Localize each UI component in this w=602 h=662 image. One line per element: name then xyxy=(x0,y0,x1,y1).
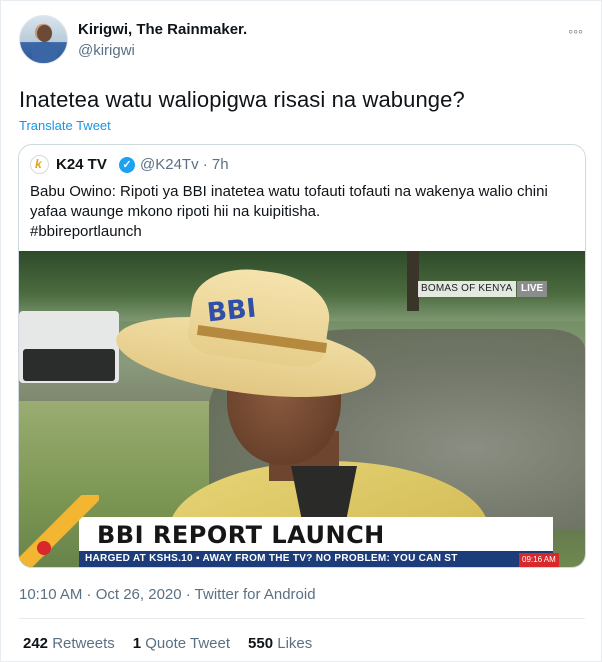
tweet-card: Kirigwi, The Rainmaker. @kirigwi ◦◦◦ Ina… xyxy=(0,0,602,662)
likes-label: Likes xyxy=(277,635,313,652)
quoted-tweet[interactable]: k K24 TV ✓ @K24Tv · 7h Babu Owino: Ripot… xyxy=(18,144,586,568)
quoted-text-line-2: yafaa waunge mkono ripoti hii na kuipiti… xyxy=(30,203,321,220)
retweets-count: 242 xyxy=(23,635,49,652)
more-options-icon[interactable]: ◦◦◦ xyxy=(568,23,583,39)
verified-badge-icon: ✓ xyxy=(119,157,135,173)
ticker-clock: 09:16 AM xyxy=(519,553,559,567)
k24-logo-icon[interactable]: k xyxy=(30,155,49,174)
news-ticker-clip: HARGED AT KSHS.10 ▪ AWAY FROM THE TV? NO… xyxy=(79,551,519,567)
video-thumbnail[interactable]: BBI BOMAS OF KENYA LIVE BBI REPORT LAUNC… xyxy=(19,251,585,567)
avatar-body xyxy=(32,42,57,63)
author-handle[interactable]: @kirigwi xyxy=(78,42,135,59)
lower-third-headline: BBI REPORT LAUNCH xyxy=(97,521,385,549)
likes-stat[interactable]: 550 Likes xyxy=(248,635,312,652)
retweets-label: Retweets xyxy=(52,635,115,652)
avatar[interactable] xyxy=(19,15,68,64)
quote-tweets-count: 1 xyxy=(132,635,142,652)
hashtag-link[interactable]: #bbireportlaunch xyxy=(30,222,575,242)
k24-swoosh-logo xyxy=(19,495,99,567)
quoted-tweet-text: Babu Owino: Ripoti ya BBI inatetea watu … xyxy=(30,182,575,242)
k24-dot-logo xyxy=(37,541,51,555)
likes-count: 550 xyxy=(248,635,274,652)
location-tag: BOMAS OF KENYA xyxy=(418,281,516,297)
quote-tweets-stat[interactable]: 1 Quote Tweet xyxy=(133,635,230,652)
news-ticker-text: HARGED AT KSHS.10 ▪ AWAY FROM THE TV? NO… xyxy=(85,553,458,564)
quoted-text-line-1: Babu Owino: Ripoti ya BBI inatetea watu … xyxy=(30,183,548,200)
quote-tweets-label: Quote Tweet xyxy=(145,635,231,652)
quoted-author-name[interactable]: K24 TV xyxy=(56,156,107,173)
divider xyxy=(19,618,585,619)
avatar-head xyxy=(37,25,52,42)
tweet-timestamp[interactable]: 10:10 AM · Oct 26, 2020 · Twitter for An… xyxy=(19,586,316,603)
k24-logo-letter: k xyxy=(35,157,42,171)
live-badge: LIVE xyxy=(517,281,548,297)
tweet-text: Inatetea watu waliopigwa risasi na wabun… xyxy=(19,87,465,112)
quoted-tweet-header: k K24 TV ✓ @K24Tv · 7h xyxy=(30,155,570,175)
hat-logo: BBI xyxy=(205,293,258,329)
engagement-stats: 242 Retweets 1 Quote Tweet 550 Likes xyxy=(23,635,312,652)
tweet-header: Kirigwi, The Rainmaker. @kirigwi ◦◦◦ xyxy=(19,15,585,65)
author-name[interactable]: Kirigwi, The Rainmaker. xyxy=(78,21,247,38)
quoted-author-handle[interactable]: @K24Tv · 7h xyxy=(140,156,229,173)
container-base xyxy=(23,349,115,381)
translate-tweet-link[interactable]: Translate Tweet xyxy=(19,118,111,133)
retweets-stat[interactable]: 242 Retweets xyxy=(23,635,115,652)
